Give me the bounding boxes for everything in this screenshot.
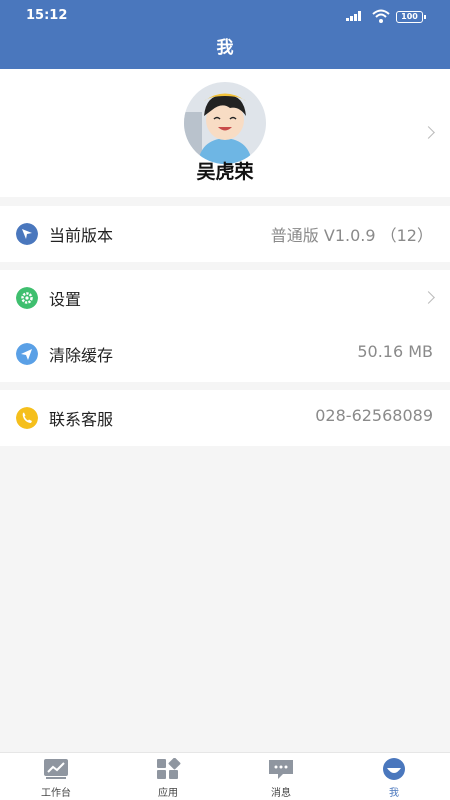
battery-level: 100	[401, 12, 418, 21]
tab-workbench[interactable]: 工作台	[0, 753, 112, 800]
clear-cache-label: 清除缓存	[49, 346, 114, 365]
user-name: 吴虎荣	[196, 161, 254, 183]
settings-section: 设置 清除缓存 50.16 MB	[0, 270, 450, 382]
version-icon	[16, 223, 38, 245]
avatar[interactable]	[184, 82, 266, 164]
battery-icon: 100	[396, 11, 426, 23]
tab-apps[interactable]: 应用	[112, 753, 224, 800]
page-title: 我	[216, 38, 234, 58]
chevron-right-icon	[422, 291, 435, 304]
support-row[interactable]: 联系客服 028-62568089	[0, 390, 450, 446]
tab-label: 我	[389, 788, 399, 799]
cache-size: 50.16 MB	[357, 342, 433, 361]
version-row: 当前版本 普通版 V1.0.9 （12）	[0, 206, 450, 262]
clear-cache-row[interactable]: 清除缓存 50.16 MB	[0, 326, 450, 382]
wifi-icon	[372, 9, 390, 23]
profile-card[interactable]: 吴虎荣	[0, 69, 450, 197]
clear-cache-icon	[16, 343, 38, 365]
message-icon	[269, 760, 293, 779]
settings-icon	[16, 287, 38, 309]
tab-me[interactable]: 我	[338, 753, 450, 800]
version-section: 当前版本 普通版 V1.0.9 （12）	[0, 206, 450, 262]
settings-label: 设置	[49, 290, 82, 309]
tab-label: 工作台	[41, 788, 71, 799]
settings-row[interactable]: 设置	[0, 270, 450, 326]
apps-icon	[157, 758, 181, 779]
tab-label: 应用	[158, 788, 178, 799]
bottom-tab-bar: 工作台 应用 消息 我	[0, 752, 450, 800]
version-label: 当前版本	[49, 226, 114, 245]
tab-messages[interactable]: 消息	[225, 753, 337, 800]
phone-icon	[16, 407, 38, 429]
status-time: 15:12	[26, 8, 68, 23]
signal-icon	[346, 11, 364, 21]
version-value: 普通版 V1.0.9 （12）	[270, 226, 433, 245]
support-phone[interactable]: 028-62568089	[315, 406, 433, 425]
support-label: 联系客服	[49, 410, 114, 429]
workbench-icon	[44, 759, 68, 779]
status-bar: 15:12 100	[0, 0, 450, 32]
me-icon	[383, 758, 405, 780]
support-section: 联系客服 028-62568089	[0, 390, 450, 446]
tab-label: 消息	[271, 788, 291, 799]
page-header: 我	[0, 32, 450, 69]
chevron-right-icon	[422, 126, 435, 139]
